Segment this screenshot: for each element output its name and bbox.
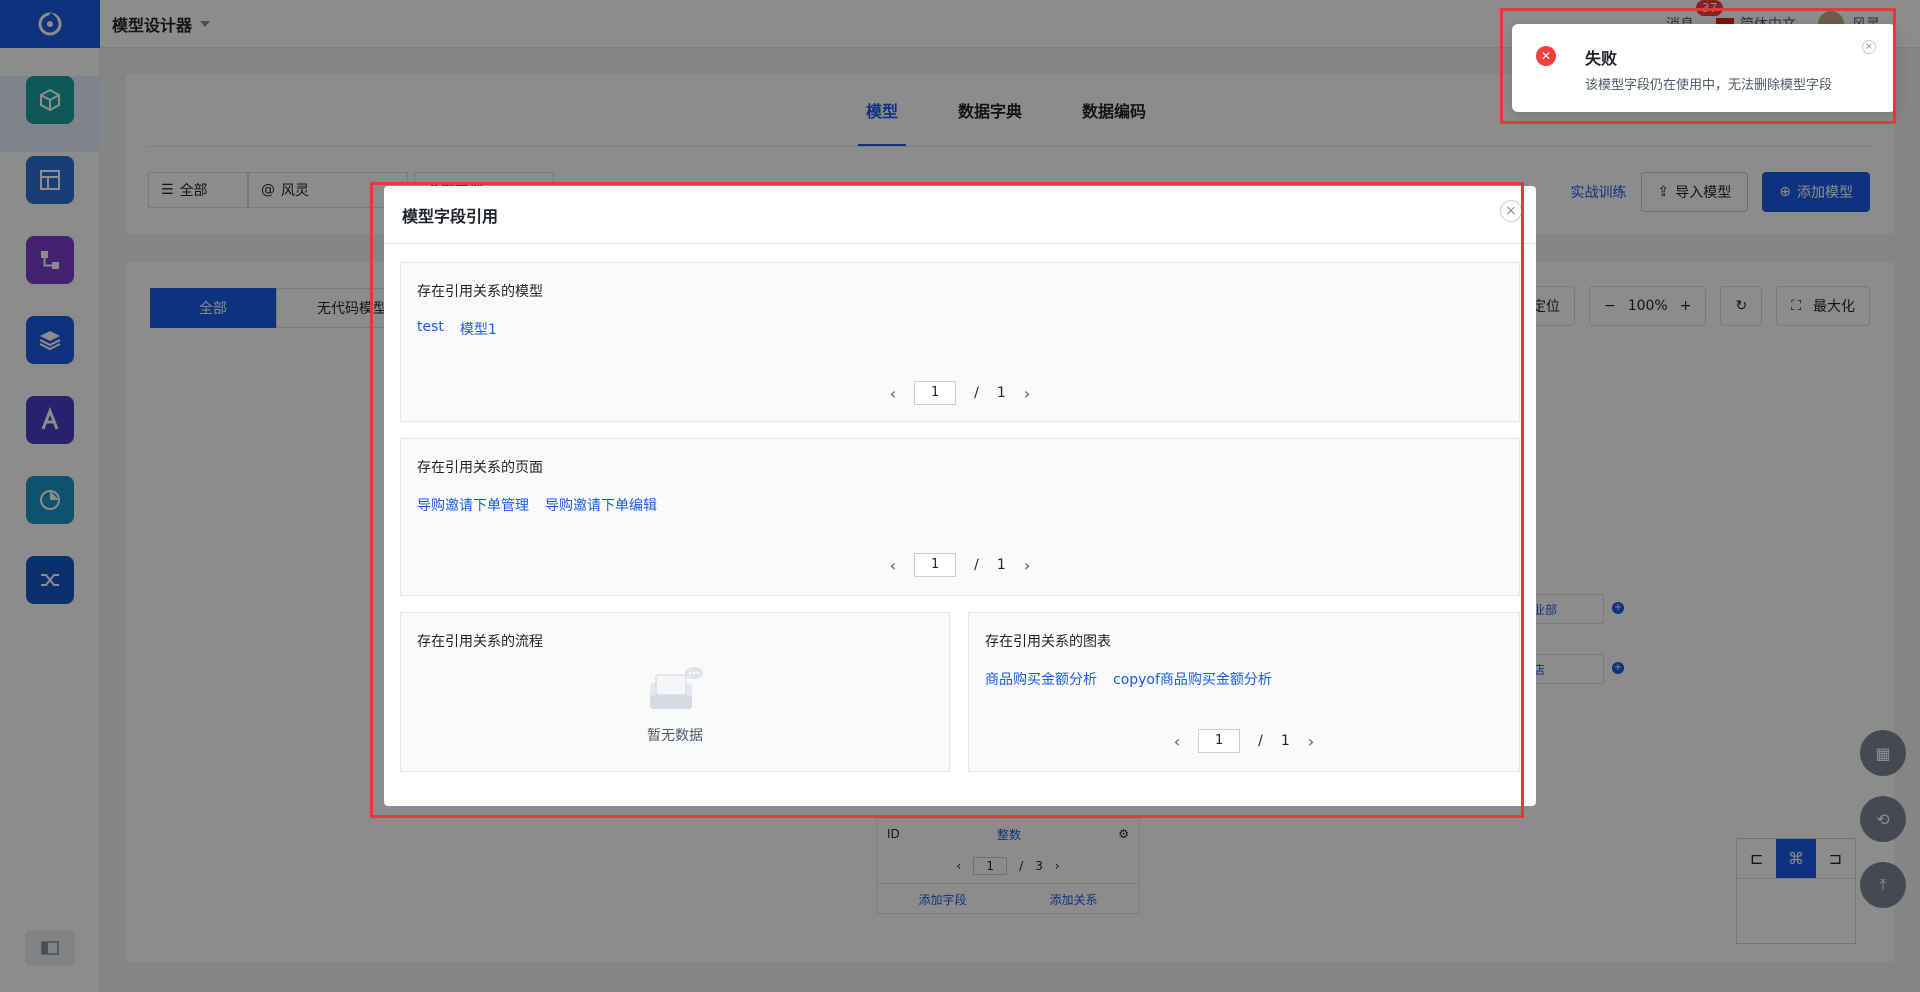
modal-highlight-frame [370,182,1524,818]
toast-highlight-frame [1500,8,1896,124]
